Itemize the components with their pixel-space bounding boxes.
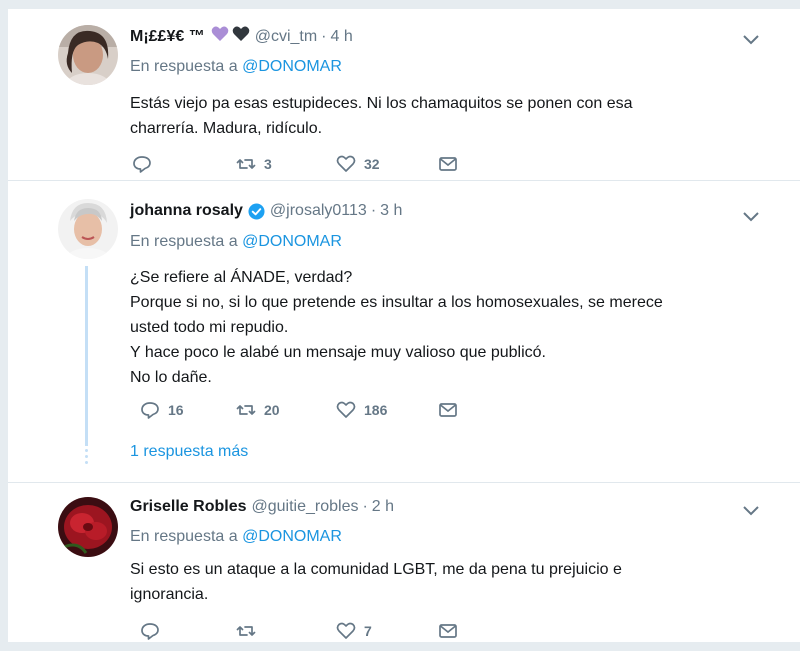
tweet-text-line: ignorancia. — [130, 586, 209, 603]
separator-dot: · — [321, 27, 327, 45]
like-button[interactable]: 186 — [336, 400, 387, 420]
like-icon — [336, 401, 356, 418]
tweet-text: Si esto es un ataque a la comunidad LGBT… — [130, 557, 750, 607]
reply-mention-link[interactable]: @DONOMAR — [242, 528, 342, 545]
tweet-text-line: Porque si no, si lo que pretende es insu… — [130, 294, 663, 311]
separator-dot: · — [370, 202, 377, 219]
chevron-down-icon[interactable] — [742, 211, 760, 223]
reply-button[interactable] — [132, 154, 160, 174]
avatar[interactable] — [58, 25, 118, 85]
reply-icon — [133, 156, 151, 173]
timestamp[interactable]: 4 h — [331, 28, 353, 46]
display-name[interactable]: M¡££¥€ ™ — [130, 28, 205, 46]
retweet-button[interactable]: 3 — [236, 154, 272, 174]
separator-dot: · — [362, 498, 368, 515]
tweet-text-line: Si esto es un ataque a la comunidad LGBT… — [130, 561, 622, 578]
tweet[interactable]: Griselle Robles @guitie_robles · 2 h En … — [8, 483, 800, 651]
tweet-header: johanna rosaly @jrosaly0113 · 3 h — [130, 202, 402, 220]
timestamp[interactable]: 2 h — [372, 498, 394, 516]
reply-button[interactable] — [140, 621, 168, 641]
tweet-actions: 7 — [132, 621, 492, 643]
tweet-text-line: Estás viejo pa esas estupideces. Ni los … — [130, 95, 633, 112]
timeline: M¡££¥€ ™ @cvi_tm · 4 h En respuesta a @D… — [8, 0, 800, 642]
tweet-actions: 3 32 — [132, 154, 492, 176]
tweet-actions: 16 20 186 — [132, 400, 492, 422]
tweet-text-line: No lo dañe. — [130, 369, 212, 386]
like-button[interactable]: 32 — [336, 154, 380, 174]
like-count: 32 — [364, 156, 380, 172]
direct-message-icon — [439, 157, 457, 171]
tweet-text: Estás viejo pa esas estupideces. Ni los … — [130, 91, 750, 141]
reply-count: 16 — [168, 402, 184, 418]
purple-heart-emoji — [211, 26, 229, 47]
display-name[interactable]: Griselle Robles — [130, 498, 247, 516]
retweet-button[interactable]: 20 — [236, 400, 280, 420]
tweet-text-line: usted todo mi repudio. — [130, 319, 289, 336]
like-icon — [336, 622, 356, 639]
direct-message-icon — [439, 403, 457, 417]
thread-connector-dot — [85, 449, 88, 452]
reply-context-label: En respuesta a — [130, 528, 243, 545]
like-icon — [336, 155, 356, 172]
tweet-text-line: Y hace poco le alabé un mensaje muy vali… — [130, 344, 546, 361]
black-heart-emoji — [232, 26, 250, 47]
reply-mention-link[interactable]: @DONOMAR — [242, 233, 342, 250]
tweet-header: M¡££¥€ ™ @cvi_tm · 4 h — [130, 26, 353, 47]
tweet-header: Griselle Robles @guitie_robles · 2 h — [130, 498, 394, 516]
show-more-replies-link[interactable]: 1 respuesta más — [130, 443, 248, 461]
username[interactable]: @jrosaly0113 — [270, 202, 367, 220]
tweet-text: ¿Se refiere al ÁNADE, verdad? Porque si … — [130, 265, 750, 390]
reply-button[interactable]: 16 — [140, 400, 184, 420]
tweet[interactable]: johanna rosaly @jrosaly0113 · 3 h En res… — [8, 181, 800, 483]
thread-connector-dot — [85, 455, 88, 458]
timestamp[interactable]: 3 h — [380, 202, 402, 220]
display-name[interactable]: johanna rosaly — [130, 202, 243, 220]
retweet-icon — [236, 405, 256, 415]
reply-context: En respuesta a @DONOMAR — [130, 58, 342, 76]
username[interactable]: @guitie_robles — [252, 498, 359, 516]
retweet-icon — [236, 159, 256, 169]
reply-context-label: En respuesta a — [130, 58, 243, 75]
reply-mention-link[interactable]: @DONOMAR — [242, 58, 342, 75]
reply-context: En respuesta a @DONOMAR — [130, 233, 342, 251]
direct-message-button[interactable] — [438, 621, 458, 641]
direct-message-button[interactable] — [438, 154, 458, 174]
chevron-down-icon[interactable] — [742, 34, 760, 46]
reply-icon — [141, 623, 159, 640]
tweet-text-line: charrería. Madura, ridículo. — [130, 120, 323, 137]
retweet-count: 3 — [264, 156, 272, 172]
like-count: 7 — [364, 623, 372, 639]
reply-context: En respuesta a @DONOMAR — [130, 528, 342, 546]
direct-message-button[interactable] — [438, 400, 458, 420]
reply-icon — [141, 402, 159, 419]
verified-badge-icon — [248, 202, 265, 220]
like-count: 186 — [364, 402, 388, 418]
chevron-down-icon[interactable] — [742, 505, 760, 517]
thread-connector-line — [85, 266, 88, 446]
retweet-icon — [236, 626, 256, 636]
retweet-button[interactable] — [236, 621, 264, 641]
reply-context-label: En respuesta a — [130, 233, 243, 250]
like-button[interactable]: 7 — [336, 621, 372, 641]
avatar[interactable] — [58, 199, 118, 259]
avatar[interactable] — [58, 497, 118, 557]
username[interactable]: @cvi_tm — [255, 28, 317, 46]
thread-connector-dot — [85, 461, 88, 464]
tweet[interactable]: M¡££¥€ ™ @cvi_tm · 4 h En respuesta a @D… — [8, 9, 800, 181]
retweet-count: 20 — [264, 402, 280, 418]
tweet-text-line: ¿Se refiere al ÁNADE, verdad? — [130, 269, 353, 286]
direct-message-icon — [439, 624, 457, 638]
